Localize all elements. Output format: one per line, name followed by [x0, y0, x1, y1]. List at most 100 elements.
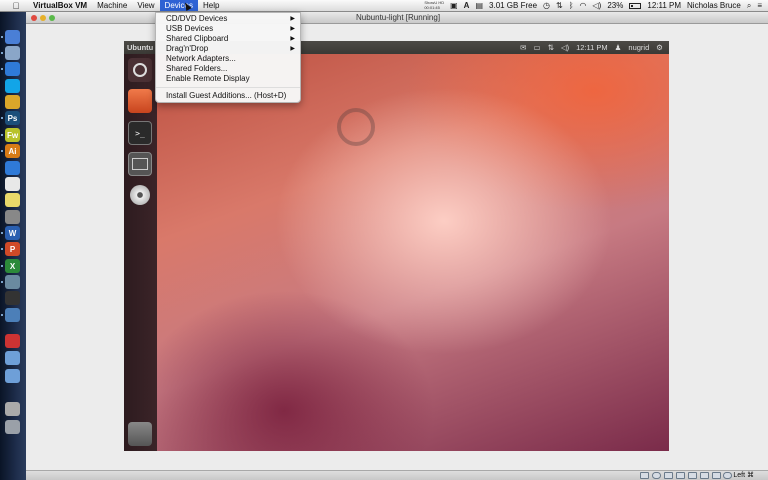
photo-icon[interactable] [5, 210, 20, 224]
menu-help[interactable]: Help [198, 0, 224, 11]
running-indicator [1, 52, 3, 54]
app-menu[interactable]: VirtualBox VM [28, 0, 92, 11]
hard-disk-status-icon[interactable] [640, 472, 649, 479]
guest-settings-icon[interactable]: ⚙ [656, 43, 663, 52]
menu-view[interactable]: View [132, 0, 159, 11]
trash-icon[interactable] [128, 422, 152, 446]
clock[interactable]: 12:11 PM [647, 1, 681, 10]
usb-status-icon[interactable] [664, 472, 673, 479]
virtualbox-icon[interactable] [5, 308, 20, 322]
display-status-icon[interactable] [700, 472, 709, 479]
wifi-icon[interactable]: ◠ [580, 1, 587, 10]
guest-clock[interactable]: 12:11 PM [576, 43, 608, 52]
optical-drive-status-icon[interactable] [652, 472, 661, 479]
chrome-icon[interactable] [5, 95, 20, 109]
drive-icon[interactable] [5, 402, 20, 416]
apple-icon[interactable]:  [0, 0, 28, 11]
mail-icon[interactable]: ✉ [520, 43, 526, 52]
chevron-right-icon: ▶ [290, 16, 295, 22]
sync-icon[interactable]: ⇅ [556, 1, 563, 10]
recorder-time: 00:01:45 [424, 4, 440, 10]
volume-icon[interactable]: ◁) [593, 1, 602, 10]
devices-menu: CD/DVD Devices ▶ USB Devices ▶ Shared Cl… [155, 12, 301, 103]
battery-percent[interactable]: 23% [607, 1, 623, 10]
globe-icon[interactable] [5, 161, 20, 175]
window-titlebar[interactable]: Nubuntu-light [Running] [26, 12, 768, 24]
files-home-icon[interactable] [128, 89, 152, 113]
dash-home-icon[interactable] [128, 58, 152, 82]
menu-item-label: Shared Clipboard [166, 34, 229, 43]
notes-icon[interactable] [5, 193, 20, 207]
host-key-indicator[interactable]: Left ⌘ [733, 471, 754, 480]
zoom-icon[interactable] [49, 15, 55, 21]
running-indicator [1, 248, 3, 250]
menu-item-enable-remote-display[interactable]: Enable Remote Display [156, 74, 300, 84]
recording-indicator[interactable]: ShowU HD 00:01:45 [424, 0, 444, 10]
time-machine-icon[interactable]: ◷ [543, 1, 550, 10]
cursor-icon[interactable]: ▣ [450, 1, 458, 10]
compass-icon[interactable] [5, 46, 20, 60]
menu-item-label: CD/DVD Devices [166, 14, 228, 23]
globe-icon[interactable] [5, 62, 20, 76]
busy-spinner-icon [337, 108, 375, 146]
menu-item-label: Install Guest Additions... (Host+D) [166, 91, 287, 100]
menu-item-label: Shared Folders... [166, 64, 228, 73]
network-icon[interactable]: ⇅ [548, 43, 554, 52]
menu-machine[interactable]: Machine [92, 0, 132, 11]
minimize-icon[interactable] [40, 15, 46, 21]
terminal-icon[interactable]: >_ [128, 121, 152, 145]
finder-icon[interactable] [5, 30, 20, 44]
running-indicator [1, 134, 3, 136]
vbox-statusbar: Left ⌘ [26, 470, 768, 480]
workspace-switcher-icon[interactable] [128, 152, 152, 176]
menu-item-install-guest-additions[interactable]: Install Guest Additions... (Host+D) [156, 91, 300, 101]
adobe-icon[interactable]: A [464, 1, 470, 10]
cd-drive-icon[interactable] [128, 183, 152, 207]
battery-icon[interactable] [629, 2, 642, 9]
disk-free-label[interactable]: 3.01 GB Free [489, 1, 537, 10]
terminal-icon[interactable] [5, 291, 20, 305]
guest-user[interactable]: nugrid [628, 43, 649, 52]
menu-item-cd-dvd-devices[interactable]: CD/DVD Devices ▶ [156, 14, 300, 24]
running-indicator [1, 150, 3, 152]
menu-item-network-adapters[interactable]: Network Adapters... [156, 54, 300, 64]
excel-icon[interactable]: X [5, 259, 20, 273]
guest-user-icon: ♟ [614, 43, 622, 52]
trash-icon[interactable] [5, 420, 20, 434]
menu-item-usb-devices[interactable]: USB Devices ▶ [156, 24, 300, 34]
menu-devices[interactable]: Devices [159, 0, 198, 11]
running-indicator [1, 117, 3, 119]
guest-volume-icon[interactable]: ◁) [561, 43, 569, 52]
photoshop-icon[interactable]: Ps [5, 111, 20, 125]
menu-item-label: USB Devices [166, 24, 214, 33]
ubuntu-launcher: >_ [124, 54, 157, 451]
guest-battery-icon[interactable]: ▭ [533, 43, 540, 52]
menu-item-drag-n-drop[interactable]: Drag'n'Drop ▶ [156, 44, 300, 54]
user-name[interactable]: Nicholas Bruce [687, 1, 741, 10]
mouse-integration-status-icon[interactable] [723, 472, 732, 479]
notification-list-icon[interactable]: ≡ [757, 1, 762, 10]
menu-item-label: Drag'n'Drop [166, 44, 209, 53]
preview-icon[interactable] [5, 275, 20, 289]
folder-icon[interactable] [5, 351, 20, 365]
screenflow-icon[interactable] [5, 334, 20, 348]
bluetooth-icon[interactable]: ᛒ [569, 1, 574, 10]
running-indicator [1, 314, 3, 316]
disk-icon[interactable]: ▤ [475, 1, 483, 10]
dock: Ps Fw Ai W P X [0, 12, 26, 480]
video-capture-status-icon[interactable] [712, 472, 721, 479]
powerpoint-icon[interactable]: P [5, 242, 20, 256]
word-icon[interactable]: W [5, 226, 20, 240]
network-status-icon[interactable] [688, 472, 697, 479]
document-icon[interactable] [5, 177, 20, 191]
shared-folders-status-icon[interactable] [676, 472, 685, 479]
chevron-right-icon: ▶ [290, 36, 295, 42]
menu-item-shared-clipboard[interactable]: Shared Clipboard ▶ [156, 34, 300, 44]
skype-icon[interactable] [5, 79, 20, 93]
spotlight-icon[interactable]: ⌕ [747, 1, 751, 11]
folder-icon[interactable] [5, 369, 20, 383]
close-icon[interactable] [31, 15, 37, 21]
menu-item-shared-folders[interactable]: Shared Folders... [156, 64, 300, 74]
fireworks-icon[interactable]: Fw [5, 128, 20, 142]
illustrator-icon[interactable]: Ai [5, 144, 20, 158]
